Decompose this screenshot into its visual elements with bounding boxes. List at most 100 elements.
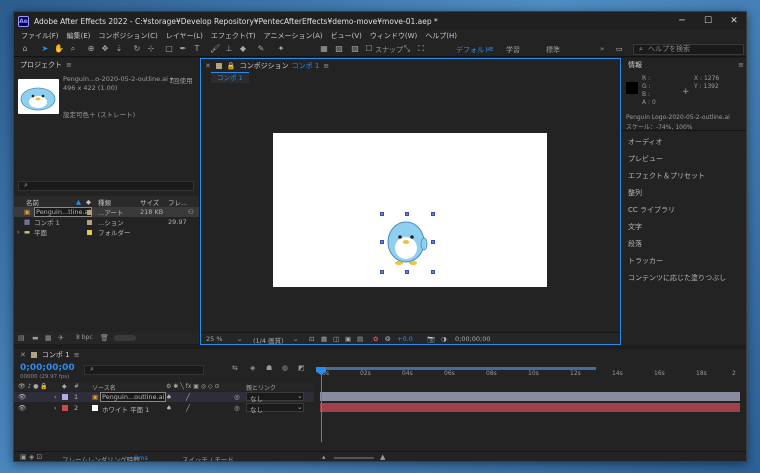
layer-name[interactable]: ホワイト 平面 1: [102, 404, 149, 414]
new-composition-icon[interactable]: ▦: [45, 334, 52, 342]
source-name-header[interactable]: ソース名: [92, 383, 116, 392]
maximize-icon[interactable]: ☐: [696, 12, 720, 30]
draft-3d-icon[interactable]: ◈: [250, 364, 255, 372]
col-name[interactable]: 名前: [26, 197, 39, 207]
transform-handle[interactable]: [431, 240, 435, 244]
col-size[interactable]: サイズ: [140, 197, 159, 207]
shy-switch-icon[interactable]: ♠: [166, 404, 172, 412]
zoom-dropdown[interactable]: 25 %: [206, 335, 223, 343]
col-frame[interactable]: フレ...: [168, 197, 187, 207]
home-icon[interactable]: ⌂: [20, 44, 30, 54]
project-row-name[interactable]: コンポ 1: [34, 217, 60, 227]
parent-header[interactable]: 親とリンク: [246, 383, 276, 392]
panel-tracker[interactable]: トラッカー: [628, 256, 663, 266]
menu-window[interactable]: ウィンドウ(W): [366, 31, 421, 41]
panel-preview[interactable]: プレビュー: [628, 154, 663, 164]
project-settings-icon[interactable]: ✈: [58, 334, 64, 342]
panel-menu-icon[interactable]: ≡: [323, 62, 329, 70]
pan-camera-icon[interactable]: ✥: [100, 44, 110, 54]
roto-brush-tool-icon[interactable]: ✎: [256, 44, 266, 54]
flowchart-icon[interactable]: ⚇: [188, 208, 194, 216]
graph-editor-icon[interactable]: ◩: [298, 364, 305, 372]
interpret-footage-icon[interactable]: ▤: [18, 334, 25, 342]
menu-help[interactable]: ヘルプ(H): [421, 31, 461, 41]
rotation-tool-icon[interactable]: ↻: [132, 44, 142, 54]
bpc-label[interactable]: 8 bpc: [76, 334, 93, 341]
delete-icon[interactable]: 🗑: [100, 334, 109, 342]
parent-pick-whip-icon[interactable]: ◎: [234, 393, 240, 401]
shy-layers-icon[interactable]: ☗: [266, 364, 272, 372]
close-icon[interactable]: ✕: [722, 12, 746, 30]
project-row[interactable]: ▦ コンポ 1 ...ション 29.97: [14, 217, 199, 227]
parent-dropdown[interactable]: なし: [246, 392, 304, 403]
snap-options-icon[interactable]: ⤡: [402, 44, 412, 54]
brush-tool-icon[interactable]: 🖌: [210, 44, 220, 54]
comp-tab[interactable]: コンポ 1: [211, 72, 249, 83]
quality-switch-icon[interactable]: ╱: [186, 393, 190, 401]
transform-handle[interactable]: [380, 240, 384, 244]
more-workspaces-icon[interactable]: »: [600, 45, 604, 53]
zoom-in-icon[interactable]: ▲: [380, 453, 385, 461]
parent-dropdown[interactable]: なし: [246, 403, 304, 414]
exposure-icon[interactable]: ❂: [385, 335, 390, 343]
menu-view[interactable]: ビュー(V): [327, 31, 366, 41]
layer-label-swatch[interactable]: [62, 394, 68, 400]
transform-handle[interactable]: [380, 270, 384, 274]
local-axis-icon[interactable]: ▦: [319, 44, 329, 54]
panel-audio[interactable]: オーディオ: [628, 137, 663, 147]
comp-mini-flowchart-icon[interactable]: ⇆: [232, 364, 238, 372]
menu-effect[interactable]: エフェクト(T): [207, 31, 260, 41]
new-folder-icon[interactable]: ▬: [32, 334, 39, 342]
snap-checkbox-icon[interactable]: ☐: [364, 44, 374, 54]
sort-asc-icon[interactable]: ▲: [76, 198, 81, 206]
time-ruler[interactable]: 0s 02s 04s 06s 08s 10s 12s 14s 16s 18s 2: [320, 367, 740, 379]
panel-character[interactable]: 文字: [628, 222, 642, 232]
zoom-out-icon[interactable]: ▴: [322, 453, 326, 461]
comp-panel-name[interactable]: コンポ 1: [292, 61, 320, 71]
help-search-input[interactable]: ヘルプを検索: [633, 44, 744, 55]
panel-menu-icon[interactable]: ≡: [74, 351, 80, 359]
layer-duration-bar[interactable]: [320, 403, 740, 412]
col-type[interactable]: 種類: [98, 197, 111, 207]
workspace-learn[interactable]: 学習: [506, 45, 520, 55]
anchor-point-tool-icon[interactable]: ⊹: [146, 44, 156, 54]
expand-arrow-icon[interactable]: ›: [54, 404, 57, 412]
layer-label-swatch[interactable]: [62, 405, 68, 411]
layer-duration-bar[interactable]: [320, 392, 740, 401]
transform-handle[interactable]: [405, 270, 409, 274]
transparency-grid-icon[interactable]: ▦: [321, 335, 327, 343]
snap-frame-icon[interactable]: ⛶: [416, 44, 426, 54]
minimize-icon[interactable]: ─: [670, 12, 694, 30]
project-row-name[interactable]: 平面: [34, 227, 47, 237]
panel-content-aware-fill[interactable]: コンテンツに応じた塗りつぶし: [628, 273, 726, 283]
thumbnail-size-slider[interactable]: [114, 335, 136, 341]
hand-tool-icon[interactable]: ✋: [54, 44, 64, 54]
shy-switch-icon[interactable]: ♠: [166, 393, 172, 401]
timeline-comp-tab[interactable]: コンポ 1: [42, 350, 70, 360]
workspace-menu-icon[interactable]: ≡: [488, 45, 494, 53]
eye-icon[interactable]: 👁: [18, 404, 26, 412]
selection-tool-icon[interactable]: ➤: [40, 44, 50, 54]
menu-animation[interactable]: アニメーション(A): [260, 31, 327, 41]
workspace-default[interactable]: デフォルト: [456, 45, 491, 55]
show-snapshot-icon[interactable]: ◑: [441, 335, 447, 343]
timeline-search-input[interactable]: [84, 365, 204, 375]
orbit-camera-icon[interactable]: ⊕: [86, 44, 96, 54]
comp-panel-title[interactable]: コンポジション: [240, 61, 289, 71]
puppet-pin-tool-icon[interactable]: ✦: [276, 44, 286, 54]
view-axis-icon[interactable]: ▨: [350, 44, 360, 54]
playhead[interactable]: [321, 372, 322, 442]
project-panel-title[interactable]: プロジェクト: [20, 60, 62, 70]
close-tab-icon[interactable]: ✕: [205, 62, 211, 70]
panel-cc-libraries[interactable]: CC ライブラリ: [628, 205, 675, 215]
project-search-input[interactable]: [18, 181, 194, 191]
panel-effects-presets[interactable]: エフェクト＆プリセット: [628, 171, 705, 181]
eraser-tool-icon[interactable]: ◆: [238, 44, 248, 54]
panel-menu-icon[interactable]: ≡: [66, 61, 72, 69]
snapshot-icon[interactable]: 📷: [427, 335, 435, 343]
eye-icon[interactable]: 👁: [18, 393, 26, 401]
timeline-zoom-slider[interactable]: [334, 457, 374, 459]
switch-mode-toggle[interactable]: スイッチ / モード: [182, 454, 234, 461]
project-item-name[interactable]: Penguin...o-2020-05-2-outline.ai ▾: [63, 75, 173, 83]
panel-menu-icon[interactable]: ≡: [738, 61, 744, 69]
